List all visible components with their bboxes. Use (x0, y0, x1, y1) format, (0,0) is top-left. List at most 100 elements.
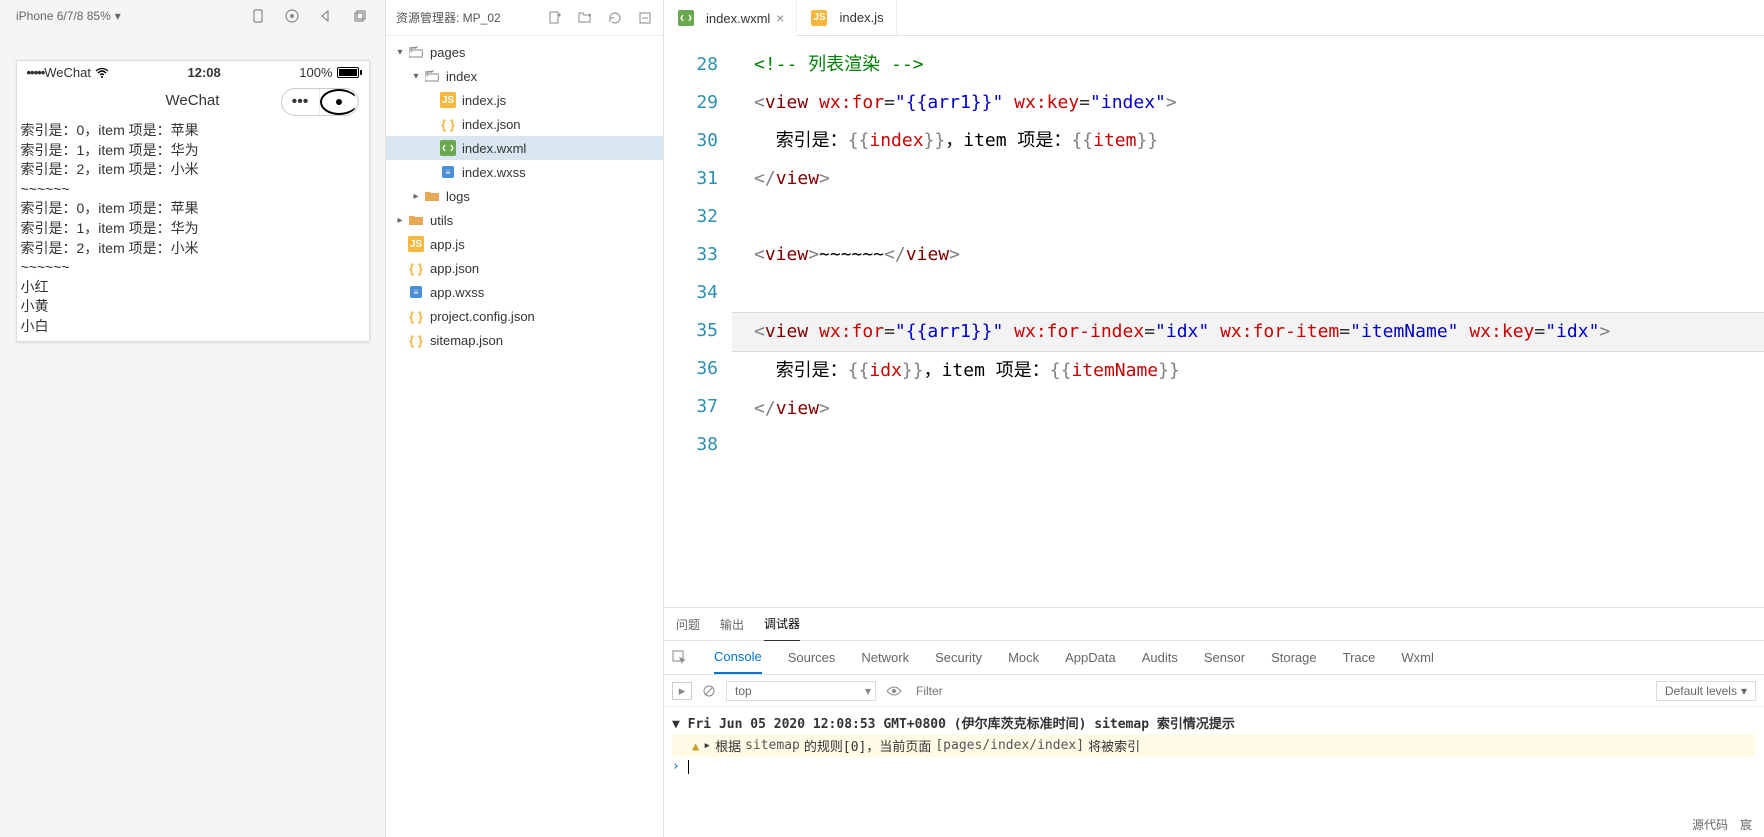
file-tree: ▾pages▾indexJSindex.js{ }index.jsonindex… (386, 36, 663, 837)
collapse-icon[interactable] (637, 10, 653, 26)
tree-item-index-json[interactable]: { }index.json (386, 112, 663, 136)
phone-text-line: 索引是：2，item 项是：小米 (21, 160, 365, 180)
tree-item-logs[interactable]: ▸logs (386, 184, 663, 208)
console-output[interactable]: ▼ Fri Jun 05 2020 12:08:53 GMT+0800 (伊尔库… (664, 707, 1764, 837)
phone-text-line: 索引是：1，item 项是：华为 (21, 219, 365, 239)
more-icon[interactable]: ••• (282, 89, 320, 115)
phone-text-line: 索引是：0，item 项是：苹果 (21, 121, 365, 141)
close-icon[interactable]: × (776, 10, 784, 26)
signal-icon: ••••• (27, 65, 45, 80)
debugger-tab-storage[interactable]: Storage (1271, 642, 1317, 673)
console-prompt[interactable]: › (672, 757, 1756, 776)
bottom-tab-2[interactable]: 调试器 (764, 607, 800, 641)
chevron-icon: ▸ (394, 215, 406, 226)
close-target-icon[interactable] (320, 89, 358, 115)
detach-icon[interactable] (351, 7, 369, 25)
battery-icon (337, 67, 359, 78)
phone-text-line: ~~~~~~ (21, 258, 365, 278)
tree-item-app-js[interactable]: JSapp.js (386, 232, 663, 256)
battery-pct: 100% (299, 65, 332, 80)
carrier-label: WeChat (44, 65, 91, 80)
tree-item-project-config-json[interactable]: { }project.config.json (386, 304, 663, 328)
bottom-tab-1[interactable]: 输出 (720, 608, 744, 641)
debugger-tab-network[interactable]: Network (861, 642, 909, 673)
new-file-icon[interactable] (547, 10, 563, 26)
tree-item-sitemap-json[interactable]: { }sitemap.json (386, 328, 663, 352)
svg-text:≡: ≡ (446, 168, 451, 177)
tree-item-index-wxml[interactable]: index.wxml (386, 136, 663, 160)
tree-item-index-js[interactable]: JSindex.js (386, 88, 663, 112)
console-group[interactable]: ▼ Fri Jun 05 2020 12:08:53 GMT+0800 (伊尔库… (672, 711, 1756, 734)
phone-navbar: WeChat ••• (17, 84, 369, 117)
file-label: project.config.json (430, 309, 535, 324)
tree-item-pages[interactable]: ▾pages (386, 40, 663, 64)
bottom-tabs: 问题输出调试器 (664, 607, 1764, 641)
warning-icon: ▲ (692, 739, 699, 753)
tree-item-index-wxss[interactable]: ≡index.wxss (386, 160, 663, 184)
debugger-tab-wxml[interactable]: Wxml (1401, 642, 1434, 673)
expand-icon[interactable]: ▸ (703, 738, 711, 753)
gutter: 2829303132333435363738 (664, 46, 734, 607)
file-label: app.wxss (430, 285, 484, 300)
inspect-icon[interactable] (672, 650, 688, 666)
code-editor[interactable]: 2829303132333435363738 <!-- 列表渲染 --><vie… (664, 36, 1764, 607)
cursor (688, 760, 689, 774)
phone-body[interactable]: 索引是：0，item 项是：苹果索引是：1，item 项是：华为索引是：2，it… (17, 117, 369, 341)
debugger-tab-security[interactable]: Security (935, 642, 982, 673)
debugger-tabs: Console Sources Network Security Mock AppData… (664, 641, 1764, 675)
status-source[interactable]: 源代码 (1692, 816, 1728, 833)
explorer-header: 资源管理器: MP_02 (386, 0, 663, 36)
chevron-icon: ▾ (410, 71, 422, 82)
file-label: sitemap.json (430, 333, 503, 348)
phone-frame: ••••• WeChat 12:08 100% WeChat ••• 索引是：0… (16, 60, 370, 342)
expand-icon[interactable]: ▼ (672, 717, 680, 732)
debugger-tab-audits[interactable]: Audits (1142, 642, 1178, 673)
simulator-panel: iPhone 6/7/8 85% ▾ ••••• WeChat 12:08 10… (0, 0, 386, 837)
wifi-icon (95, 68, 109, 78)
file-label: index.json (462, 117, 521, 132)
record-icon[interactable] (283, 7, 301, 25)
eye-icon[interactable] (886, 685, 902, 697)
device-selector[interactable]: iPhone 6/7/8 85% ▾ (8, 5, 129, 27)
play-icon[interactable]: ▸ (672, 682, 692, 700)
tab-label: index.js (839, 10, 883, 25)
editor-tab-index-wxml[interactable]: index.wxml× (664, 0, 797, 36)
debugger-tab-sensor[interactable]: Sensor (1204, 642, 1245, 673)
debugger-tab-trace[interactable]: Trace (1343, 642, 1376, 673)
refresh-icon[interactable] (607, 10, 623, 26)
editor-tab-index-js[interactable]: JSindex.js (797, 0, 896, 35)
filter-input[interactable] (912, 680, 1646, 702)
status-bar: 源代码 宸 (1680, 812, 1764, 837)
tree-item-app-json[interactable]: { }app.json (386, 256, 663, 280)
code-content[interactable]: <!-- 列表渲染 --><view wx:for="{{arr1}}" wx:… (734, 46, 1764, 607)
tree-item-utils[interactable]: ▸utils (386, 208, 663, 232)
console-toolbar: ▸ top Default levels▾ (664, 675, 1764, 707)
log-level-selector[interactable]: Default levels▾ (1656, 681, 1756, 701)
phone-text-line: ~~~~~~ (21, 180, 365, 200)
tree-item-index[interactable]: ▾index (386, 64, 663, 88)
editor-tabs: index.wxml×JSindex.js (664, 0, 1764, 36)
bottom-tab-0[interactable]: 问题 (676, 608, 700, 641)
debugger-tab-sources[interactable]: Sources (788, 642, 836, 673)
tree-item-app-wxss[interactable]: ≡ app.wxss (386, 280, 663, 304)
file-label: app.json (430, 261, 479, 276)
chevron-down-icon: ▾ (1741, 684, 1747, 698)
editor-panel: index.wxml×JSindex.js 282930313233343536… (664, 0, 1764, 837)
capsule-button[interactable]: ••• (281, 88, 359, 116)
debugger-tab-appdata[interactable]: AppData (1065, 642, 1116, 673)
clear-icon[interactable] (702, 684, 716, 698)
phone-text-line: 小白 (21, 317, 365, 337)
phone-text-line: 小红 (21, 278, 365, 298)
device-label: iPhone 6/7/8 85% (16, 9, 111, 23)
debugger-tab-mock[interactable]: Mock (1008, 642, 1039, 673)
debugger-tab-console[interactable]: Console (714, 641, 762, 674)
file-explorer: 资源管理器: MP_02 ▾pages▾indexJSindex.js{ }in… (386, 0, 664, 837)
new-folder-icon[interactable] (577, 10, 593, 26)
svg-text:≡: ≡ (414, 288, 419, 297)
rotate-icon[interactable] (249, 7, 267, 25)
status-right[interactable]: 宸 (1740, 816, 1752, 833)
phone-text-line: 索引是：1，item 项是：华为 (21, 141, 365, 161)
console-warning[interactable]: ▲ ▸ 根据 sitemap 的规则[0]，当前页面 [pages/index/… (672, 734, 1756, 757)
context-selector[interactable]: top (726, 681, 876, 701)
back-icon[interactable] (317, 7, 335, 25)
